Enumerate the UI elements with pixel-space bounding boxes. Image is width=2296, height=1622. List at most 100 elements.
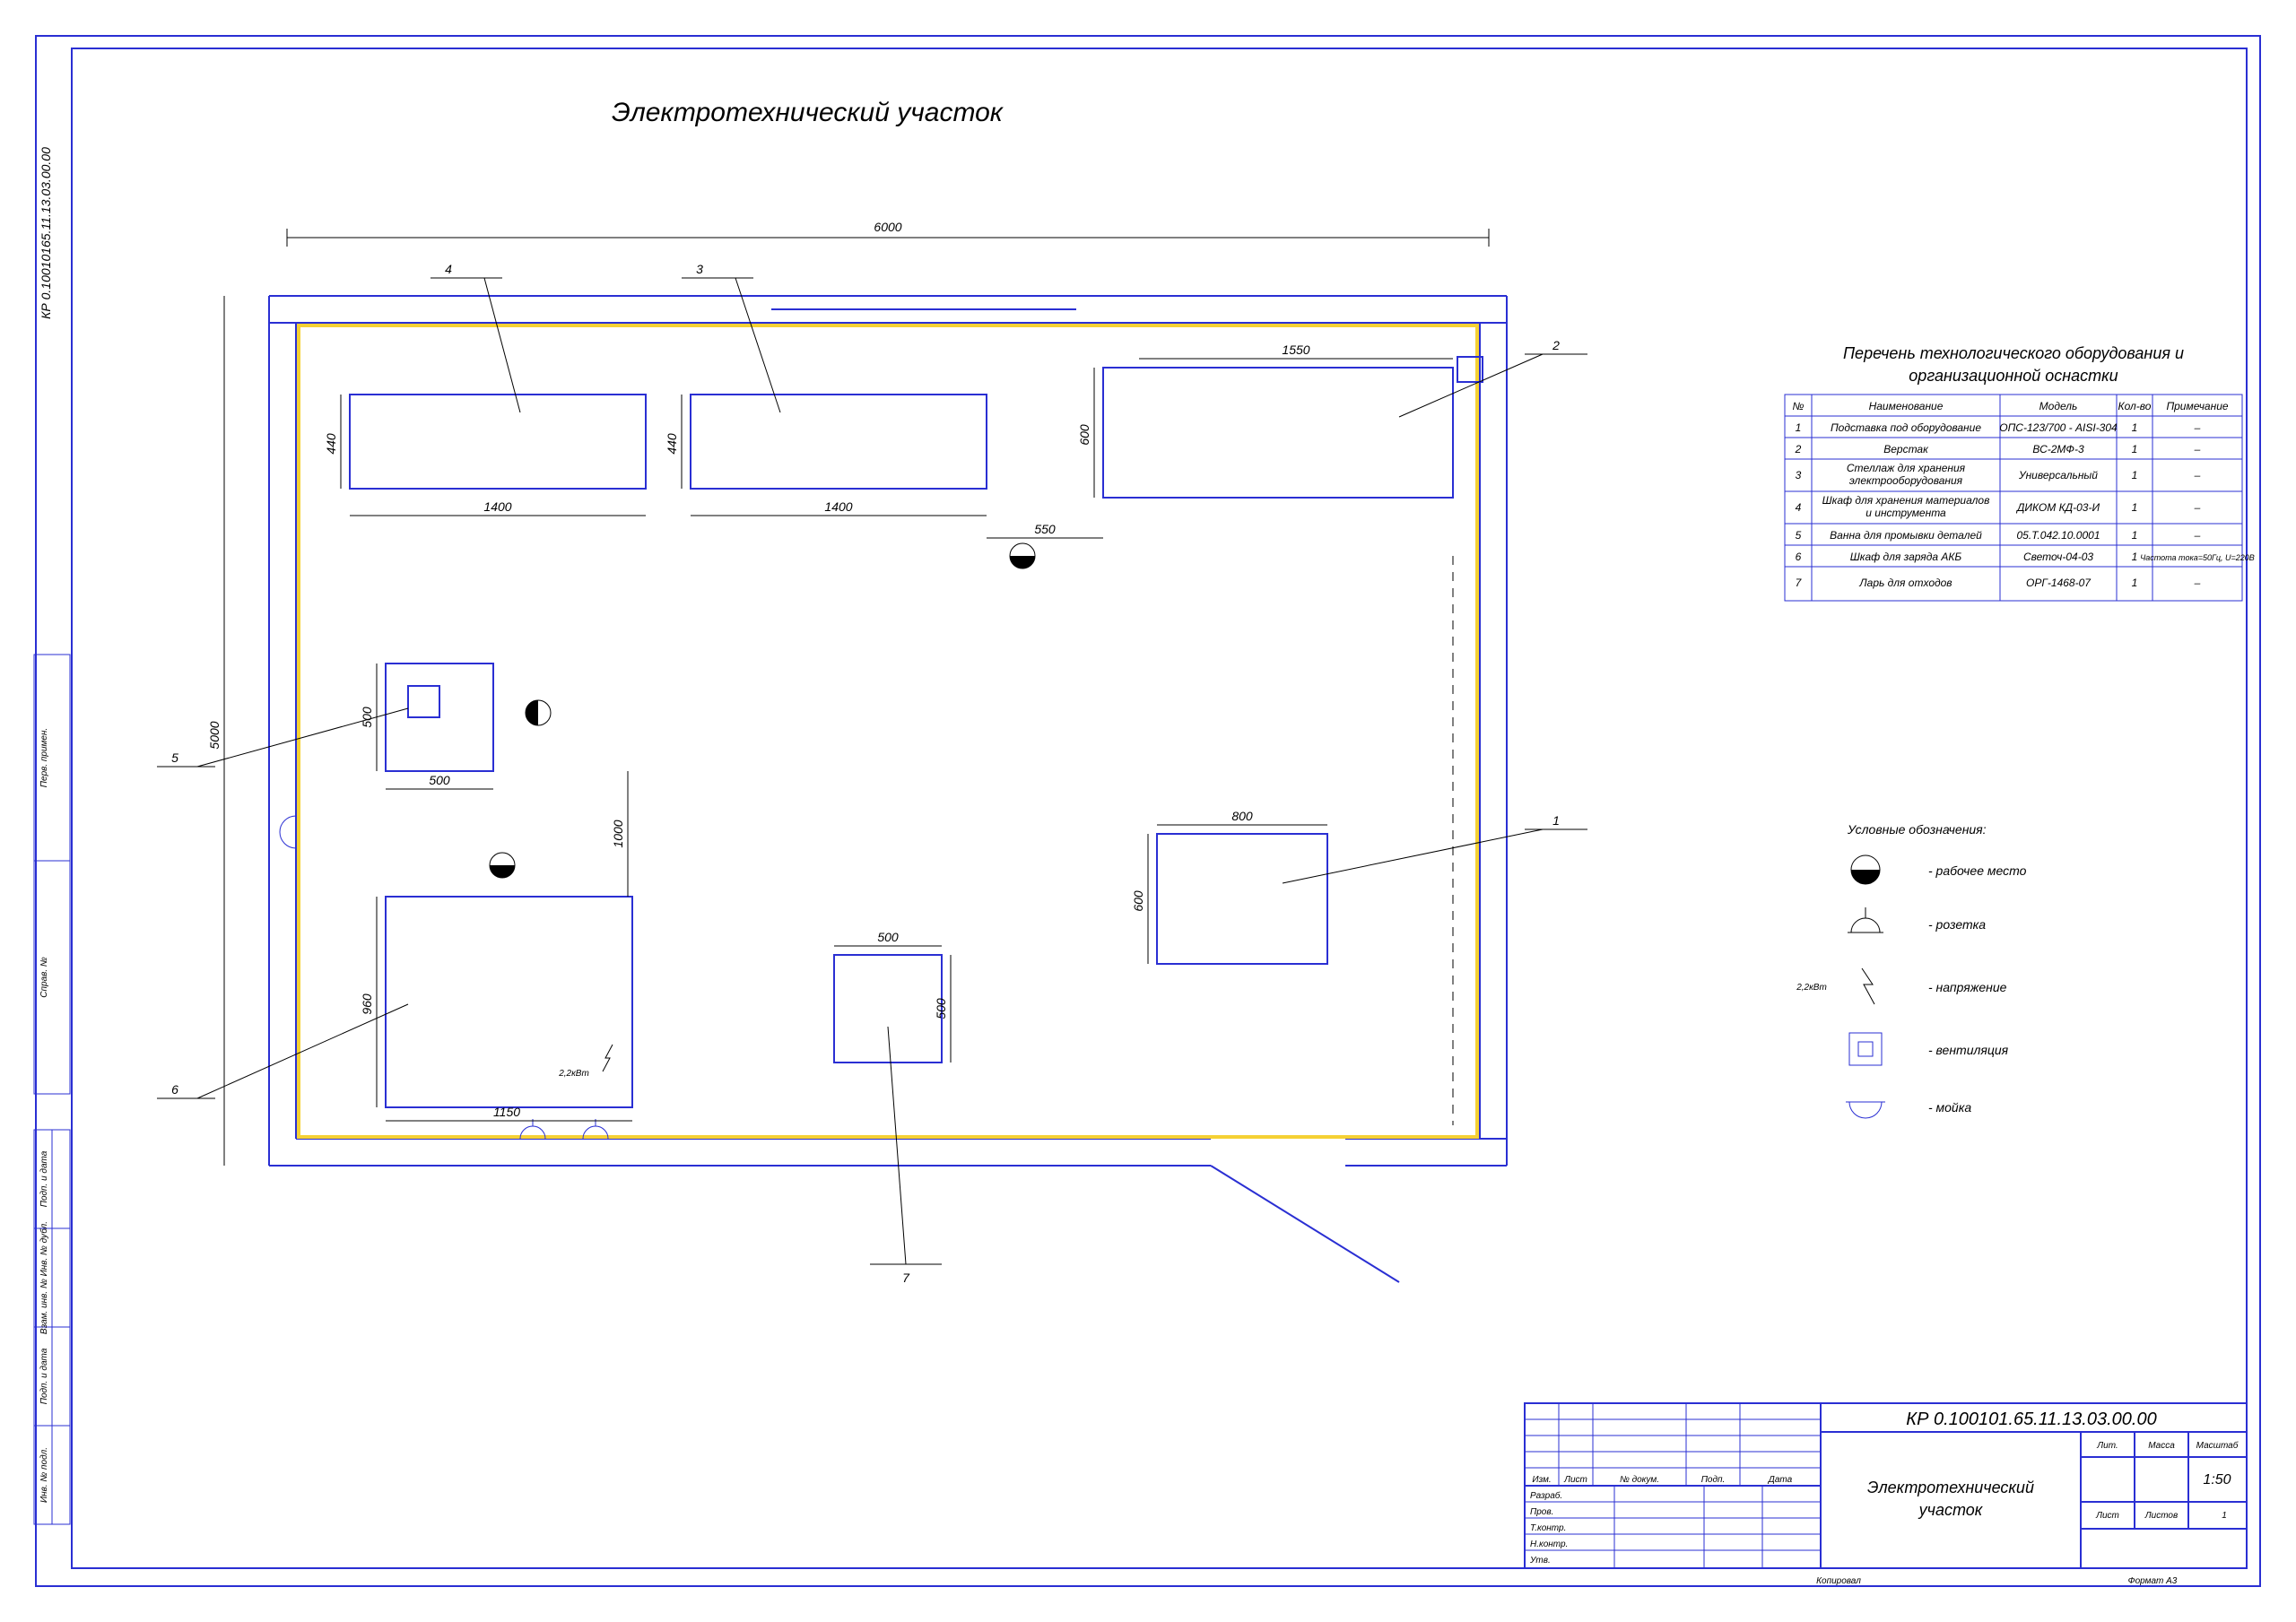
r3-qty: 1	[2132, 469, 2138, 481]
wash-icon	[280, 811, 296, 854]
dim-440b: 440	[665, 433, 679, 455]
tb-r2: Лист	[1563, 1475, 1587, 1485]
callout-7: 7	[902, 1271, 910, 1285]
dim-500d: 500	[934, 998, 948, 1019]
tb-row-1: Пров.	[1530, 1507, 1553, 1517]
r6-model: Светоч-04-03	[2023, 551, 2093, 563]
r3-name-a: Стеллаж для хранения	[1847, 462, 1966, 474]
th-n: №	[1793, 400, 1805, 412]
equip-table-title-1: Перечень технологического оборудования и	[1843, 344, 2184, 362]
r4-note: –	[2194, 501, 2201, 514]
callout-1: 1	[1552, 813, 1560, 828]
tb-mass: Масса	[2148, 1441, 2175, 1451]
th-name: Наименование	[1869, 400, 1944, 412]
page-title: Электротехнический участок	[612, 98, 1004, 127]
r5-n: 5	[1796, 529, 1802, 542]
legend-vent: - вентиляция	[1928, 1043, 2009, 1057]
tb-name-2: участок	[1918, 1501, 1984, 1519]
callout-6: 6	[171, 1082, 178, 1097]
dim-960: 960	[360, 993, 374, 1015]
dim-600a: 600	[1077, 424, 1091, 446]
tb-r3: № докум.	[1620, 1475, 1659, 1485]
tb-row-3: Н.контр.	[1530, 1540, 1568, 1549]
callout-2: 2	[1552, 338, 1560, 352]
r3-name-b: электрооборудования	[1849, 474, 1963, 487]
r6-note: Частота тока=50Гц, U=220В	[2140, 553, 2255, 562]
dim-1550: 1550	[1282, 343, 1309, 357]
th-qty: Кол-во	[2118, 400, 2152, 412]
r1-qty: 1	[2132, 421, 2138, 434]
side-label-2: Перв. примен.	[39, 728, 49, 787]
th-model: Модель	[2039, 400, 2078, 412]
r5-model: 05.Т.042.10.0001	[2016, 529, 2100, 542]
dim-500b: 500	[360, 707, 374, 728]
tb-row-0: Разраб.	[1530, 1490, 1562, 1501]
dim-overall-h: 5000	[207, 721, 222, 749]
callout-3: 3	[696, 262, 703, 276]
r7-n: 7	[1796, 577, 1803, 589]
tb-name-1: Электротехнический	[1867, 1479, 2034, 1496]
r4-n: 4	[1796, 501, 1802, 514]
r2-name: Верстак	[1883, 443, 1929, 455]
dim-440a: 440	[324, 433, 338, 455]
tb-row-4: Утв.	[1529, 1556, 1551, 1566]
equip-table-title-2: организационной оснастки	[1909, 367, 2118, 385]
r1-model: ОПС-123/700 - AISI-304	[1999, 421, 2118, 434]
r3-note: –	[2194, 469, 2201, 481]
legend-vent-icon	[1849, 1033, 1882, 1065]
r2-note: –	[2194, 443, 2201, 455]
tb-scale: 1:50	[2203, 1472, 2231, 1488]
r7-name: Ларь для отходов	[1858, 577, 1952, 589]
r4-model: ДИКОМ КД-03-И	[2015, 501, 2100, 514]
r4-name-b: и инструмента	[1866, 507, 1946, 519]
legend-pw: 2,2кВт	[1796, 983, 1827, 993]
r4-name-a: Шкаф для хранения материалов	[1822, 494, 1990, 507]
legend-socket-icon	[1848, 907, 1883, 932]
dim-600b: 600	[1131, 890, 1145, 912]
tb-listov: Листов	[2144, 1511, 2178, 1521]
dim-500a: 500	[429, 773, 450, 787]
workplace-icon-3	[490, 853, 515, 878]
tb-r4: Подп.	[1701, 1475, 1726, 1485]
dim-1000: 1000	[611, 820, 625, 847]
tb-list: Лист	[2095, 1511, 2119, 1521]
callout-4: 4	[445, 262, 452, 276]
dim-1400b: 1400	[824, 499, 852, 514]
tb-row-2: Т.контр.	[1530, 1523, 1566, 1533]
tb-masht: Масштаб	[2196, 1440, 2239, 1451]
r1-note: –	[2194, 421, 2201, 434]
r6-n: 6	[1796, 551, 1802, 563]
th-note: Примечание	[2166, 400, 2228, 412]
workplace-icon-1	[1010, 543, 1035, 568]
legend-workplace: - рабочее место	[1928, 863, 2027, 878]
r5-note: –	[2194, 529, 2201, 542]
frame-code-side: КР 0.10010165.11.13.03.00.00	[39, 147, 53, 319]
dim-550: 550	[1034, 522, 1056, 536]
legend-voltage: - напряжение	[1928, 980, 2007, 994]
tb-r5: Дата	[1768, 1475, 1793, 1485]
dim-1400a: 1400	[483, 499, 511, 514]
legend-wash-icon	[1846, 1102, 1885, 1118]
r4-qty: 1	[2132, 501, 2138, 514]
dim-800: 800	[1231, 809, 1253, 823]
power-label-6: 2,2кВт	[558, 1069, 589, 1079]
legend-voltage-icon	[1862, 968, 1874, 1004]
legend-wash: - мойка	[1928, 1100, 1971, 1115]
legend-socket: - розетка	[1928, 917, 1986, 932]
r2-model: ВС-2МФ-3	[2032, 443, 2084, 455]
callout-5: 5	[171, 750, 178, 765]
side-label-1: Справ. №	[39, 957, 49, 998]
side-label-c: Взам. инв. № Инв. № дубл.	[39, 1221, 49, 1334]
r2-n: 2	[1795, 443, 1802, 455]
r7-qty: 1	[2132, 577, 2138, 589]
side-label-b: Подп. и дата	[39, 1348, 49, 1404]
tb-lit: Лит.	[2096, 1441, 2118, 1451]
tb-r1: Изм.	[1532, 1475, 1551, 1485]
tb-code: КР 0.100101.65.11.13.03.00.00	[1906, 1409, 2156, 1429]
workplace-icon-2	[526, 700, 551, 725]
r1-n: 1	[1796, 421, 1802, 434]
r3-model: Универсальный	[2018, 469, 2098, 481]
side-label-d: Подп. и дата	[39, 1150, 49, 1207]
r7-model: ОРГ-1468-07	[2026, 577, 2092, 589]
dim-overall-w: 6000	[874, 220, 901, 234]
